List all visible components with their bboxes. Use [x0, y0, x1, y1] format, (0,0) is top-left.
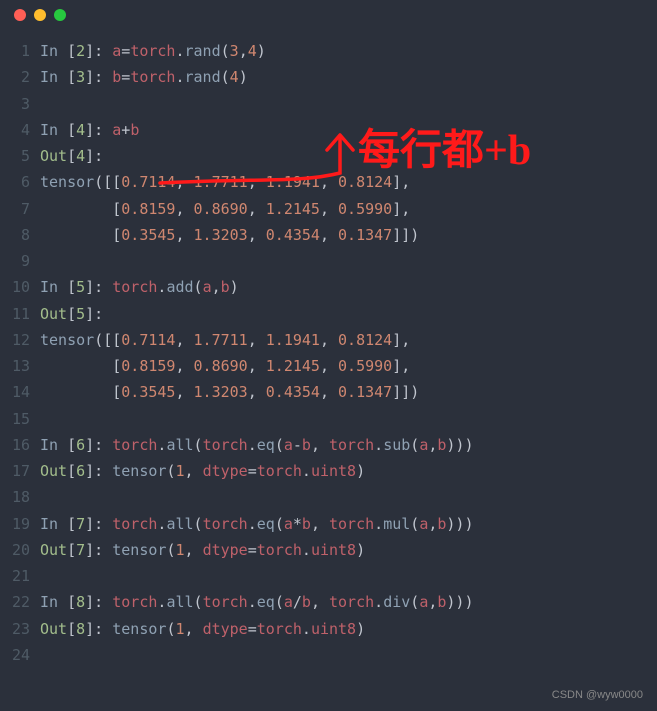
line-content	[40, 91, 657, 117]
code-line: 19In [7]: torch.all(torch.eq(a*b, torch.…	[0, 511, 657, 537]
line-number: 19	[0, 511, 40, 537]
line-number: 3	[0, 91, 40, 117]
window-titlebar	[0, 0, 657, 30]
code-line: 6tensor([[0.7114, 1.7711, 1.1941, 0.8124…	[0, 169, 657, 195]
code-line: 22In [8]: torch.all(torch.eq(a/b, torch.…	[0, 589, 657, 615]
line-number: 15	[0, 406, 40, 432]
code-line: 7 [0.8159, 0.8690, 1.2145, 0.5990],	[0, 196, 657, 222]
line-number: 9	[0, 248, 40, 274]
code-line: 8 [0.3545, 1.3203, 0.4354, 0.1347]])	[0, 222, 657, 248]
watermark-text: CSDN @wyw0000	[552, 686, 643, 705]
line-number: 21	[0, 563, 40, 589]
code-content: 1In [2]: a=torch.rand(3,4)2In [3]: b=tor…	[0, 30, 657, 668]
line-number: 12	[0, 327, 40, 353]
line-content: In [7]: torch.all(torch.eq(a*b, torch.mu…	[40, 511, 657, 537]
line-number: 22	[0, 589, 40, 615]
code-line: 18	[0, 484, 657, 510]
line-content: In [6]: torch.all(torch.eq(a-b, torch.su…	[40, 432, 657, 458]
code-line: 1In [2]: a=torch.rand(3,4)	[0, 38, 657, 64]
code-line: 14 [0.3545, 1.3203, 0.4354, 0.1347]])	[0, 379, 657, 405]
line-number: 10	[0, 274, 40, 300]
line-content	[40, 406, 657, 432]
code-line: 24	[0, 642, 657, 668]
code-line: 15	[0, 406, 657, 432]
code-line: 21	[0, 563, 657, 589]
code-line: 5Out[4]:	[0, 143, 657, 169]
code-line: 9	[0, 248, 657, 274]
code-line: 10In [5]: torch.add(a,b)	[0, 274, 657, 300]
line-number: 8	[0, 222, 40, 248]
line-number: 16	[0, 432, 40, 458]
minimize-dot-icon[interactable]	[34, 9, 46, 21]
code-line: 3	[0, 91, 657, 117]
line-number: 5	[0, 143, 40, 169]
line-number: 13	[0, 353, 40, 379]
line-number: 4	[0, 117, 40, 143]
maximize-dot-icon[interactable]	[54, 9, 66, 21]
line-content	[40, 248, 657, 274]
line-content: Out[6]: tensor(1, dtype=torch.uint8)	[40, 458, 657, 484]
line-content	[40, 563, 657, 589]
line-content: tensor([[0.7114, 1.7711, 1.1941, 0.8124]…	[40, 169, 657, 195]
line-number: 6	[0, 169, 40, 195]
line-content: [0.3545, 1.3203, 0.4354, 0.1347]])	[40, 379, 657, 405]
line-number: 2	[0, 64, 40, 90]
line-content: In [3]: b=torch.rand(4)	[40, 64, 657, 90]
code-line: 13 [0.8159, 0.8690, 1.2145, 0.5990],	[0, 353, 657, 379]
line-content: In [4]: a+b	[40, 117, 657, 143]
line-content: Out[7]: tensor(1, dtype=torch.uint8)	[40, 537, 657, 563]
handwritten-text: 每行都+b	[358, 115, 531, 189]
line-content: Out[8]: tensor(1, dtype=torch.uint8)	[40, 616, 657, 642]
line-content: Out[4]:	[40, 143, 657, 169]
line-content: tensor([[0.7114, 1.7711, 1.1941, 0.8124]…	[40, 327, 657, 353]
close-dot-icon[interactable]	[14, 9, 26, 21]
line-number: 17	[0, 458, 40, 484]
line-content	[40, 484, 657, 510]
line-number: 20	[0, 537, 40, 563]
line-number: 7	[0, 196, 40, 222]
line-content: In [2]: a=torch.rand(3,4)	[40, 38, 657, 64]
line-number: 1	[0, 38, 40, 64]
line-number: 24	[0, 642, 40, 668]
code-line: 12tensor([[0.7114, 1.7711, 1.1941, 0.812…	[0, 327, 657, 353]
code-line: 2In [3]: b=torch.rand(4)	[0, 64, 657, 90]
line-content: [0.8159, 0.8690, 1.2145, 0.5990],	[40, 353, 657, 379]
code-line: 17Out[6]: tensor(1, dtype=torch.uint8)	[0, 458, 657, 484]
code-line: 11Out[5]:	[0, 301, 657, 327]
code-line: 4In [4]: a+b	[0, 117, 657, 143]
line-number: 18	[0, 484, 40, 510]
line-content: [0.8159, 0.8690, 1.2145, 0.5990],	[40, 196, 657, 222]
line-content: In [8]: torch.all(torch.eq(a/b, torch.di…	[40, 589, 657, 615]
line-number: 11	[0, 301, 40, 327]
code-line: 23Out[8]: tensor(1, dtype=torch.uint8)	[0, 616, 657, 642]
line-content: In [5]: torch.add(a,b)	[40, 274, 657, 300]
code-line: 16In [6]: torch.all(torch.eq(a-b, torch.…	[0, 432, 657, 458]
code-line: 20Out[7]: tensor(1, dtype=torch.uint8)	[0, 537, 657, 563]
line-content: [0.3545, 1.3203, 0.4354, 0.1347]])	[40, 222, 657, 248]
line-content	[40, 642, 657, 668]
line-number: 14	[0, 379, 40, 405]
line-number: 23	[0, 616, 40, 642]
line-content: Out[5]:	[40, 301, 657, 327]
